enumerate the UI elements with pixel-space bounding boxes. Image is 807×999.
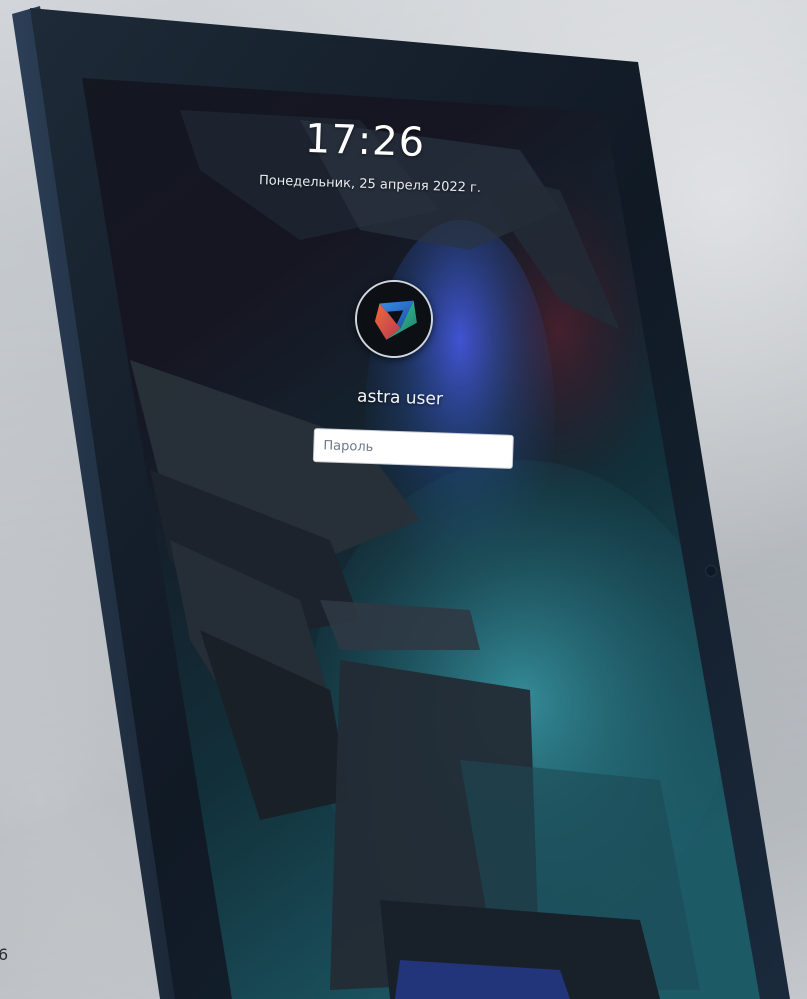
- password-field-wrapper: [312, 428, 514, 469]
- user-name: astra user: [356, 386, 444, 410]
- photo-background: 17:26 Понедельник, 25 апреля 2022 г. ast…: [0, 0, 807, 999]
- password-input[interactable]: [312, 428, 514, 469]
- lock-screen: 17:26 Понедельник, 25 апреля 2022 г. ast…: [0, 0, 807, 999]
- astra-logo-icon: [357, 282, 431, 356]
- edge-text: 6: [0, 945, 9, 964]
- lock-screen-time: 17:26: [304, 115, 426, 167]
- user-avatar[interactable]: [353, 278, 435, 360]
- lock-screen-date: Понедельник, 25 апреля 2022 г.: [258, 173, 482, 196]
